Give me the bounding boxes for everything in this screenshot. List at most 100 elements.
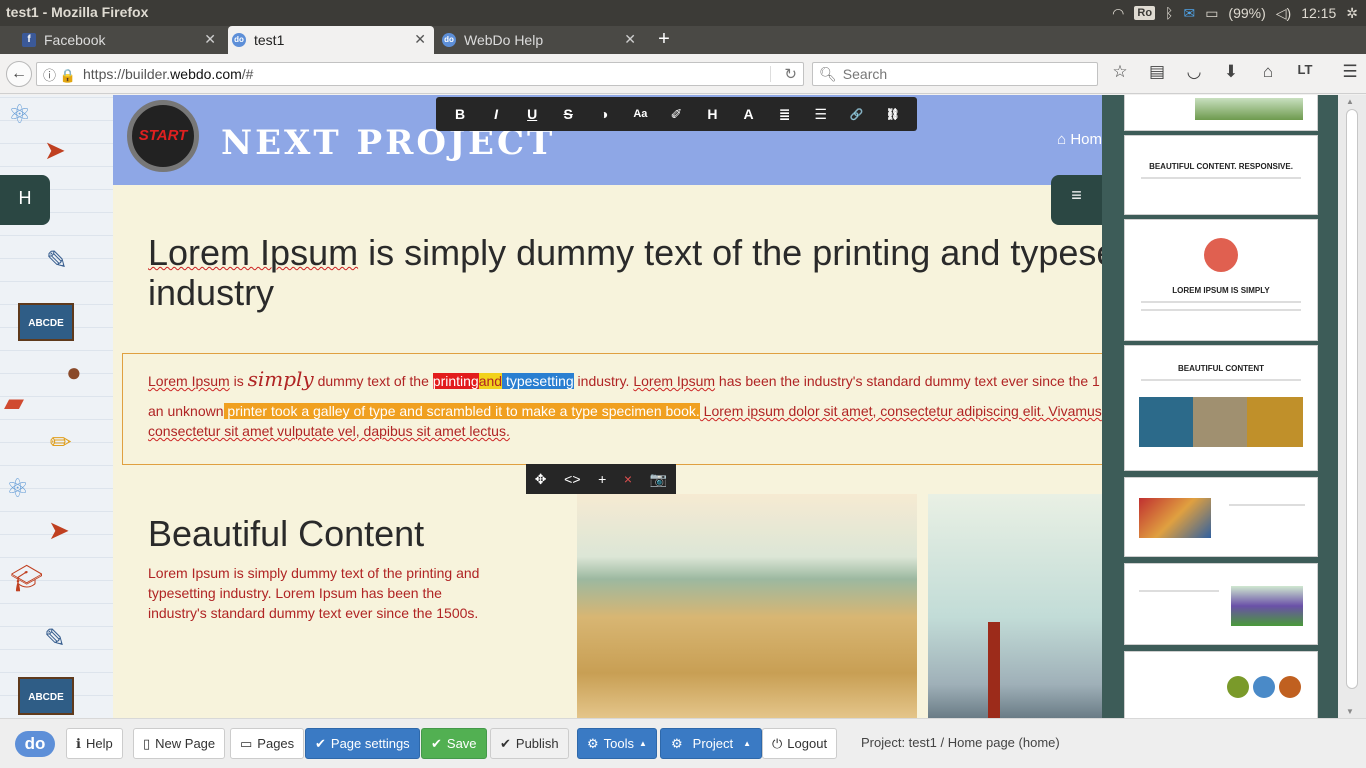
text-run: Lorem ipsum dolor sit amet, consectetur … [699,403,1102,419]
strikethrough-button[interactable]: S [553,106,583,122]
template-thumbnail[interactable]: BEAUTIFUL CONTENT. RESPONSIVE. [1124,135,1318,215]
camera-icon[interactable]: 📷 [650,471,667,488]
tools-dropdown-button[interactable]: ⚙ Tools ▲ [577,728,657,759]
project-dropdown-button[interactable]: ⚙ Project ▲ [660,728,763,759]
scrollbar-thumb[interactable] [1346,109,1358,689]
close-tab-icon[interactable]: ✕ [414,31,426,48]
heading-button[interactable]: H [697,106,727,122]
home-nav-label: Hom [1070,131,1102,148]
list-icon[interactable]: ☰ [806,106,836,123]
thumbnail-title: LOREM IPSUM IS SIMPLY [1172,286,1270,295]
template-thumbnail[interactable] [1124,477,1318,557]
bluetooth-icon[interactable]: ᛒ [1165,5,1173,21]
side-panel-toggle-button[interactable]: H [0,175,50,225]
font-color-button[interactable]: A [734,106,764,122]
volume-icon[interactable]: ◁) [1276,5,1291,22]
paper-plane-icon: ➤ [48,515,70,545]
page-scrollbar[interactable]: ▲ ▼ [1338,95,1366,718]
thumbnail-circle [1253,676,1275,698]
align-icon[interactable]: ≣ [770,106,800,123]
help-label: Help [85,736,113,751]
italic-button[interactable]: I [481,106,511,122]
reading-list-icon[interactable]: ▤ [1145,62,1169,82]
home-icon[interactable]: ⌂ [1256,62,1280,82]
download-icon[interactable]: ⬇ [1219,62,1243,82]
contrast-icon[interactable]: ◑ [589,106,619,122]
start-logo[interactable]: START [127,100,199,172]
wheat-field-image[interactable] [577,494,917,718]
close-tab-icon[interactable]: ✕ [624,31,636,48]
search-input[interactable]: 🔍︎ Search [812,62,1098,86]
template-thumbnail[interactable] [1124,651,1318,718]
menu-hamburger-icon[interactable]: ☰ [1338,62,1362,82]
pages-label: Pages [257,736,295,751]
site-info-icon[interactable]: ⓘ 🔒 [37,65,83,84]
help-button[interactable]: ℹ Help [66,728,123,759]
browser-tab-strip: f Facebook ✕ do test1 ✕ do WebDo Help ✕ … [0,26,1366,54]
scroll-up-icon[interactable]: ▲ [1346,97,1354,106]
unlink-icon[interactable]: ⛓ [878,108,908,121]
template-thumbnail[interactable] [1124,563,1318,645]
move-icon[interactable]: ✥ [535,471,547,488]
new-tab-button[interactable]: + [652,26,676,54]
pages-icon: ▭ [240,735,253,751]
apple-icon: ● [66,357,82,387]
code-icon[interactable]: <> [564,471,580,487]
save-button[interactable]: ✔ Save [421,728,487,759]
page-settings-button[interactable]: ✔ Page settings [305,728,420,759]
add-icon[interactable]: + [598,471,606,487]
heading-part: Lorem Ipsum [148,232,359,273]
settings-gear-icon[interactable]: ✲ [1346,5,1358,22]
wifi-icon[interactable]: ◠ [1112,5,1124,22]
bookmark-star-icon[interactable]: ☆ [1108,62,1132,82]
page-viewport: ⚛ ➤ ✎ ABCDE ● ▰ ✏ ⚛ ➤ 🎓︎ ✎ ABCDE H START… [0,95,1366,718]
webdo-favicon-icon: do [232,33,246,47]
tab-test1[interactable]: do test1 ✕ [228,26,434,54]
logout-button[interactable]: ⏻ Logout [762,728,838,759]
underline-button[interactable]: U [517,106,547,122]
graduation-cap-icon: 🎓︎ [10,563,44,593]
template-thumbnail[interactable]: LOREM IPSUM IS SIMPLY [1124,219,1318,341]
bridge-image[interactable] [928,494,1102,718]
page-content: Lorem Ipsum is simply dummy text of the … [113,185,1102,718]
highlighted-text: printer took a galley of type and scramb… [223,403,700,419]
publish-button[interactable]: ✔ Publish [490,728,569,759]
pocket-icon[interactable]: ◡ [1182,62,1206,82]
tab-webdo-help[interactable]: do WebDo Help ✕ [438,26,644,54]
font-size-button[interactable]: Aa [625,108,655,120]
bold-button[interactable]: B [445,106,475,122]
delete-icon[interactable]: × [624,471,632,487]
new-page-button[interactable]: ▯ New Page [133,728,226,759]
template-thumbnail[interactable]: BEAUTIFUL CONTENT [1124,345,1318,471]
main-heading[interactable]: Lorem Ipsum is simply dummy text of the … [148,233,1102,313]
template-thumbnail[interactable] [1124,95,1318,131]
new-page-label: New Page [155,736,216,751]
thumbnail-image [1204,238,1238,272]
block-toolbar: ✥ <> + × 📷 [526,464,676,494]
battery-icon[interactable]: ▭ [1205,5,1218,22]
tab-facebook[interactable]: f Facebook ✕ [18,26,224,54]
section-heading[interactable]: Beautiful Content [148,513,424,555]
text-run: has been the industry's standard dummy t… [715,373,1100,389]
webdo-logo[interactable]: do [15,731,55,757]
mail-icon[interactable]: ✉ [1183,5,1195,22]
editable-paragraph[interactable]: Lorem Ipsum is simply dummy text of the … [148,367,1102,439]
chalkboard-icon: ABCDE [18,303,74,341]
link-icon[interactable]: 🔗 [842,108,872,121]
close-tab-icon[interactable]: ✕ [204,31,216,48]
back-button[interactable]: ← [6,61,32,87]
reload-icon[interactable]: ↻ [784,65,797,83]
keyboard-layout-indicator[interactable]: Ro [1134,6,1156,20]
pen-icon: ✎ [46,245,68,275]
home-nav-link[interactable]: ⌂ Hom [1057,131,1102,148]
thumbnail-image [1139,397,1303,447]
languagetool-icon[interactable]: LT [1293,62,1317,82]
project-breadcrumb: Project: test1 / Home page (home) [861,735,1060,750]
eraser-icon[interactable]: ✐ [661,106,691,123]
section-paragraph[interactable]: Lorem Ipsum is simply dummy text of the … [148,563,488,623]
gear-icon: ⚙ [671,735,683,751]
pages-button[interactable]: ▭ Pages [230,728,305,759]
url-bar[interactable]: ⓘ 🔒 https://builder. webdo.com/# ↻ [36,62,804,86]
scroll-down-icon[interactable]: ▼ [1346,707,1354,716]
clock[interactable]: 12:15 [1301,5,1336,21]
